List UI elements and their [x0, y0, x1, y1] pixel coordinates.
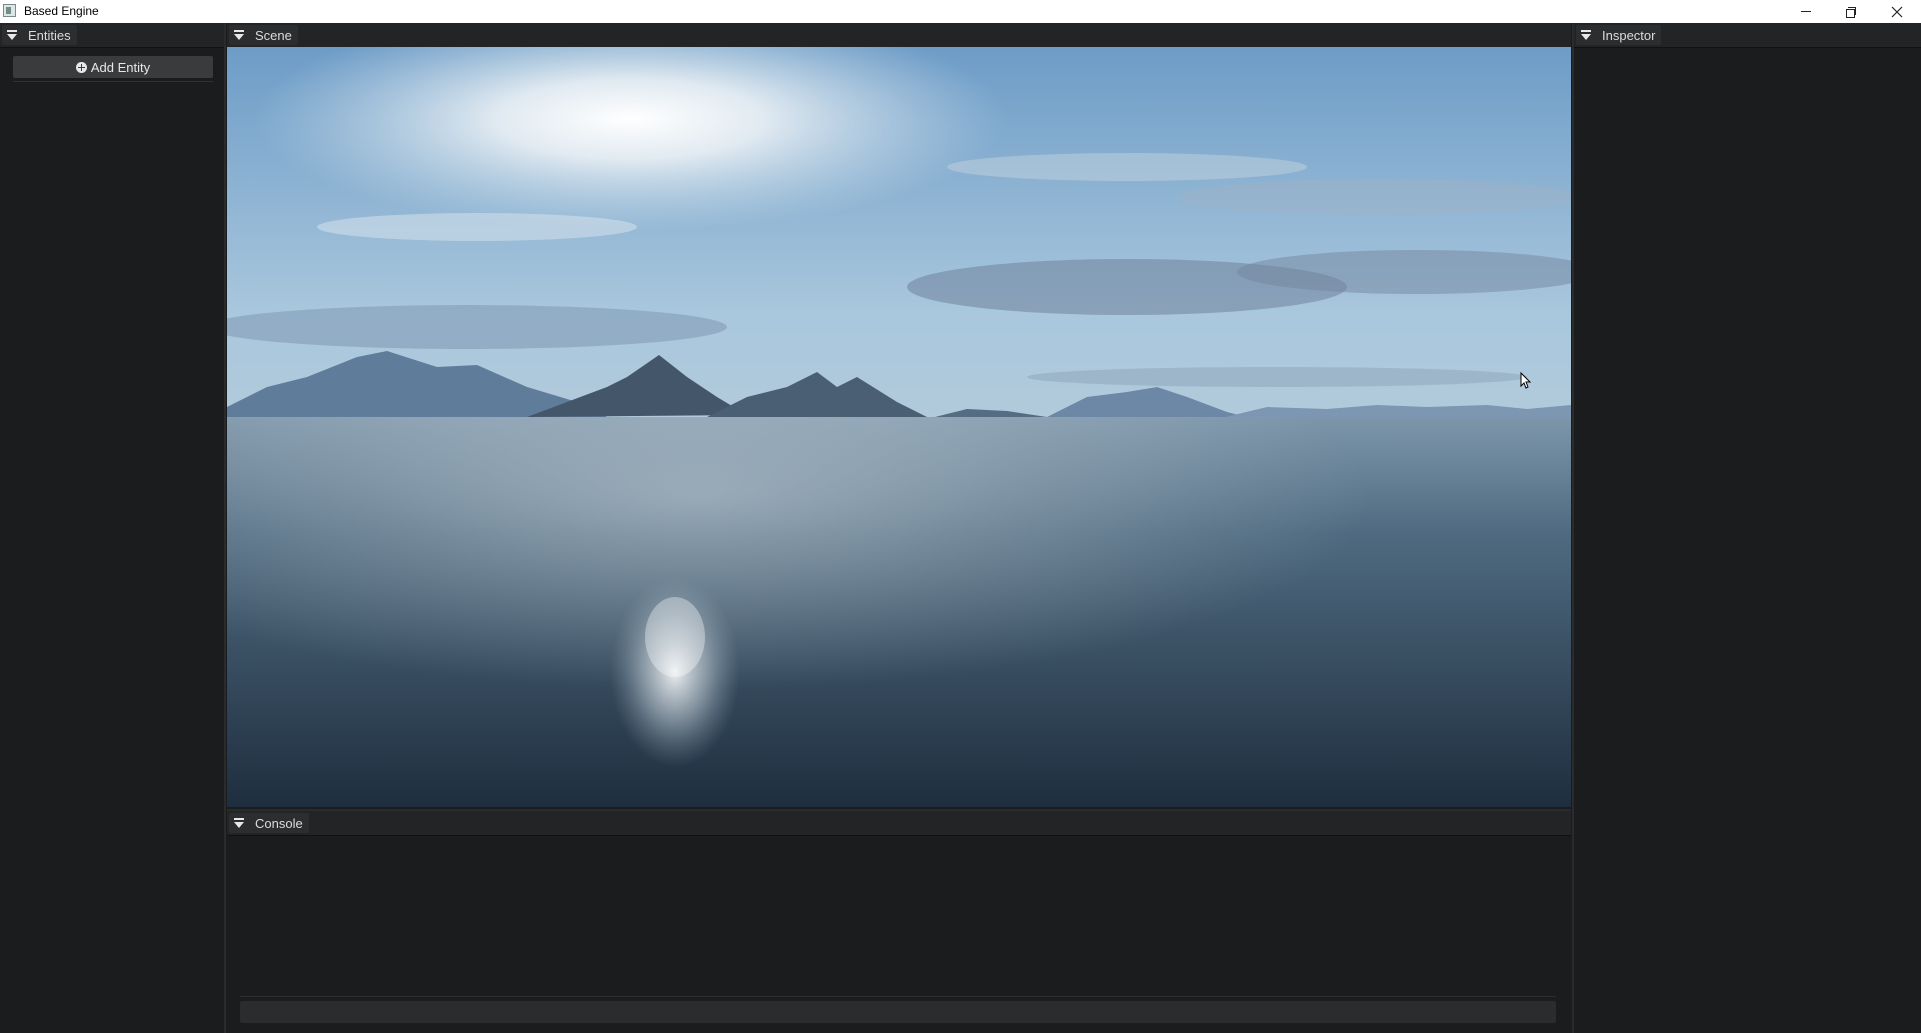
maximize-icon — [1846, 6, 1856, 18]
close-button[interactable] — [1874, 0, 1920, 23]
console-log — [237, 841, 1561, 991]
console-panel-header: Console — [227, 811, 1571, 836]
inspector-panel-header: Inspector — [1574, 23, 1921, 48]
panel-menu-icon[interactable] — [1580, 29, 1592, 41]
entities-title: Entities — [28, 27, 71, 43]
entities-panel-header: Entities — [0, 23, 224, 48]
entities-panel: Entities Add Entity — [0, 23, 226, 1033]
console-title: Console — [255, 815, 303, 831]
minimize-icon — [1801, 11, 1811, 12]
tab-inspector[interactable]: Inspector — [1576, 25, 1662, 45]
plus-circle-icon — [75, 61, 87, 73]
console-panel: Console — [227, 809, 1571, 1033]
window-titlebar[interactable]: Based Engine — [0, 0, 1921, 23]
mouse-cursor-icon — [1520, 372, 1532, 389]
divider — [13, 81, 213, 82]
app-icon — [3, 4, 16, 17]
scene-title: Scene — [255, 27, 292, 43]
inspector-panel: Inspector — [1572, 23, 1921, 1033]
divider — [240, 996, 1556, 997]
minimize-button[interactable] — [1783, 0, 1829, 23]
scene-viewport[interactable] — [227, 47, 1571, 807]
close-icon — [1891, 6, 1903, 17]
inspector-title: Inspector — [1602, 27, 1656, 43]
panel-menu-icon[interactable] — [233, 817, 245, 829]
panel-menu-icon[interactable] — [233, 29, 245, 41]
panel-menu-icon[interactable] — [6, 29, 18, 41]
add-entity-button[interactable]: Add Entity — [13, 56, 213, 78]
maximize-button[interactable] — [1828, 0, 1874, 23]
scene-panel: Scene — [227, 23, 1571, 808]
tab-console[interactable]: Console — [229, 813, 309, 833]
console-input[interactable] — [240, 1001, 1556, 1023]
tab-entities[interactable]: Entities — [2, 25, 77, 45]
scene-panel-header: Scene — [227, 23, 1571, 48]
window-title: Based Engine — [24, 4, 99, 18]
add-entity-label: Add Entity — [90, 59, 151, 75]
scene-render-image — [227, 47, 1571, 807]
tab-scene[interactable]: Scene — [229, 25, 298, 45]
